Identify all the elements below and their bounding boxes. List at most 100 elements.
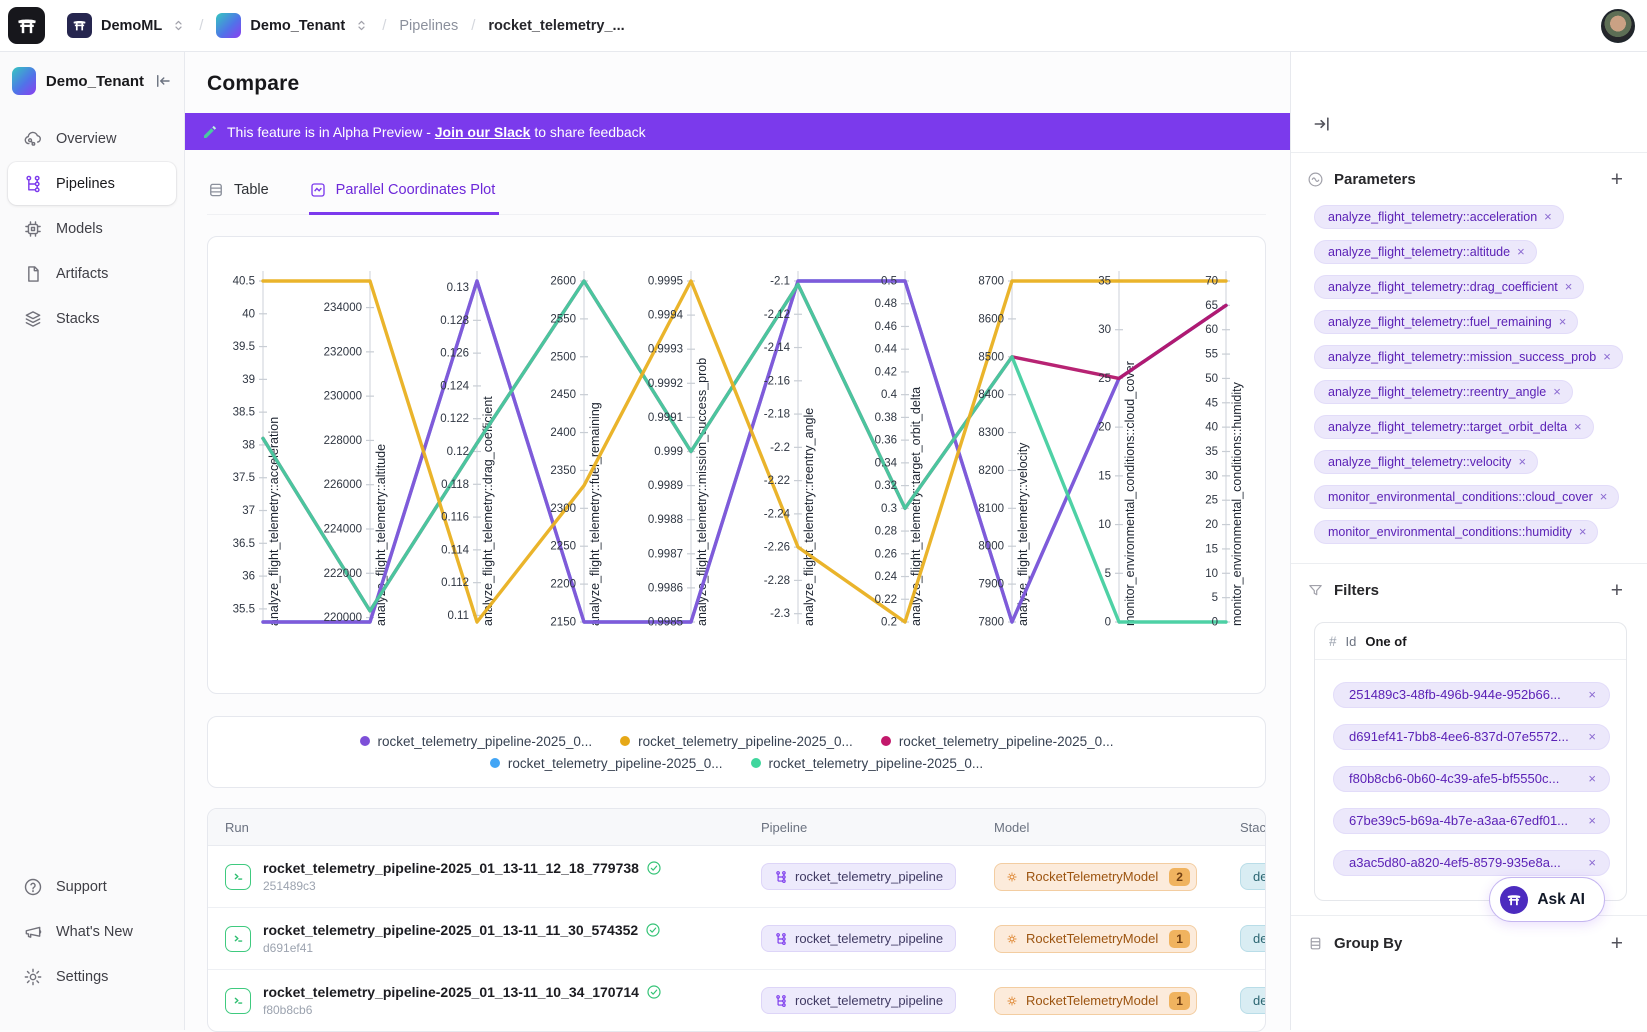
tenant-name[interactable]: Demo_Tenant [250, 18, 345, 34]
run-cell: rocket_telemetry_pipeline-2025_01_13-11_… [208, 922, 744, 955]
success-check-icon [646, 984, 662, 1000]
parameter-chip[interactable]: monitor_environmental_conditions::humidi… [1314, 520, 1598, 544]
page-title: Compare [185, 52, 1290, 96]
parallel-coordinates-plot[interactable]: analyze_flight_telemetry::accelerationan… [207, 236, 1266, 694]
remove-chip-icon[interactable]: × [1603, 349, 1611, 364]
column-header-model[interactable]: Model [977, 820, 1223, 835]
sidebar-item-models[interactable]: Models [8, 207, 176, 250]
sidebar-item-label: Models [56, 221, 103, 237]
ask-ai-button[interactable]: Ask AI [1489, 877, 1605, 922]
sidebar-item-what-s-new[interactable]: What's New [8, 910, 176, 953]
run-line[interactable] [263, 281, 1226, 622]
filter-field[interactable]: Id [1346, 634, 1357, 649]
filter-value-chip[interactable]: 67be39c5-b69a-4b7e-a3aa-67edf01...× [1333, 808, 1610, 834]
breadcrumb-separator: / [467, 17, 479, 34]
column-header-stack[interactable]: Stack [1223, 820, 1266, 835]
model-chip[interactable]: RocketTelemetryModel1 [994, 925, 1197, 953]
parameter-chip[interactable]: analyze_flight_telemetry::mission_succes… [1314, 345, 1623, 369]
axis-tick-label: 8600 [978, 313, 1004, 325]
remove-chip-icon[interactable]: × [1600, 489, 1608, 504]
legend-item[interactable]: rocket_telemetry_pipeline-2025_0... [751, 756, 984, 771]
table-row[interactable]: rocket_telemetry_pipeline-2025_01_13-11_… [208, 970, 1265, 1032]
legend-item[interactable]: rocket_telemetry_pipeline-2025_0... [490, 756, 723, 771]
remove-chip-icon[interactable]: × [1574, 419, 1582, 434]
org-selector-icon[interactable] [171, 18, 186, 33]
axis-tick-label: 8200 [978, 465, 1004, 477]
remove-chip-icon[interactable]: × [1517, 244, 1525, 259]
remove-chip-icon[interactable]: × [1588, 855, 1596, 870]
run-name[interactable]: rocket_telemetry_pipeline-2025_01_13-11_… [263, 984, 639, 1000]
remove-chip-icon[interactable]: × [1559, 314, 1567, 329]
org-name[interactable]: DemoML [101, 18, 162, 34]
stack-chip[interactable]: default [1240, 863, 1266, 890]
add-filter-button[interactable]: + [1611, 580, 1623, 601]
tab-table[interactable]: Table [207, 179, 273, 215]
parameter-chip[interactable]: analyze_flight_telemetry::target_orbit_d… [1314, 415, 1594, 439]
parameter-chip[interactable]: monitor_environmental_conditions::cloud_… [1314, 485, 1619, 509]
axis-tick-label: 0.28 [875, 526, 897, 538]
run-name[interactable]: rocket_telemetry_pipeline-2025_01_13-11_… [263, 922, 638, 938]
table-row[interactable]: rocket_telemetry_pipeline-2025_01_13-11_… [208, 846, 1265, 908]
sidebar-item-stacks[interactable]: Stacks [8, 297, 176, 340]
parameter-chip[interactable]: analyze_flight_telemetry::velocity× [1314, 450, 1538, 474]
axis-tick-label: -2.12 [764, 309, 790, 321]
model-chip[interactable]: RocketTelemetryModel1 [994, 987, 1197, 1015]
tab-parallel-coordinates-plot[interactable]: Parallel Coordinates Plot [309, 179, 500, 215]
filter-value-chip[interactable]: d691ef41-7bb8-4ee6-837d-07e5572...× [1333, 724, 1610, 750]
legend-item[interactable]: rocket_telemetry_pipeline-2025_0... [881, 734, 1114, 749]
remove-chip-icon[interactable]: × [1588, 729, 1596, 744]
model-chip[interactable]: RocketTelemetryModel2 [994, 863, 1197, 891]
join-slack-link[interactable]: Join our Slack [435, 124, 531, 140]
parameter-chip[interactable]: analyze_flight_telemetry::reentry_angle× [1314, 380, 1573, 404]
axis-tick-label: -2.1 [770, 276, 790, 288]
parameter-chip[interactable]: analyze_flight_telemetry::acceleration× [1314, 205, 1564, 229]
model-icon [1005, 994, 1019, 1008]
artifacts-icon [23, 264, 43, 284]
pipeline-chip[interactable]: rocket_telemetry_pipeline [761, 863, 956, 890]
panel-collapse-icon[interactable] [1312, 121, 1332, 138]
sidebar-item-artifacts[interactable]: Artifacts [8, 252, 176, 295]
axis-tick-label: 0.4 [881, 389, 898, 401]
add-group-by-button[interactable]: + [1611, 933, 1623, 954]
remove-chip-icon[interactable]: × [1588, 771, 1596, 786]
remove-chip-icon[interactable]: × [1518, 454, 1526, 469]
run-name[interactable]: rocket_telemetry_pipeline-2025_01_13-11_… [263, 860, 639, 876]
filter-value-chip[interactable]: a3ac5d80-a820-4ef5-8579-935e8a...× [1333, 850, 1610, 876]
tenant-selector-icon[interactable] [354, 18, 369, 33]
remove-chip-icon[interactable]: × [1588, 813, 1596, 828]
sidebar-item-overview[interactable]: Overview [8, 117, 176, 160]
filter-operator[interactable]: One of [1365, 634, 1406, 649]
column-header-pipeline[interactable]: Pipeline [744, 820, 977, 835]
parameter-chip[interactable]: analyze_flight_telemetry::altitude× [1314, 240, 1537, 264]
plot-canvas[interactable]: analyze_flight_telemetry::accelerationan… [208, 237, 1265, 693]
run-id: 251489c3 [263, 879, 662, 893]
stack-chip[interactable]: default [1240, 925, 1266, 952]
remove-chip-icon[interactable]: × [1544, 209, 1552, 224]
parameter-chip-label: analyze_flight_telemetry::mission_succes… [1328, 350, 1596, 364]
sidebar-item-support[interactable]: Support [8, 865, 176, 908]
table-row[interactable]: rocket_telemetry_pipeline-2025_01_13-11_… [208, 908, 1265, 970]
sidebar-item-label: Overview [56, 131, 116, 147]
sidebar-item-label: Pipelines [56, 176, 115, 192]
filter-value-chip[interactable]: f80b8cb6-0b60-4c39-afe5-bf5550c...× [1333, 766, 1610, 792]
remove-chip-icon[interactable]: × [1553, 384, 1561, 399]
user-avatar[interactable] [1601, 9, 1635, 43]
remove-chip-icon[interactable]: × [1565, 279, 1573, 294]
remove-chip-icon[interactable]: × [1588, 687, 1596, 702]
filter-value-chip[interactable]: 251489c3-48fb-496b-944e-952b66...× [1333, 682, 1610, 708]
stack-chip[interactable]: default [1240, 987, 1266, 1014]
column-header-run[interactable]: Run [208, 820, 744, 835]
remove-chip-icon[interactable]: × [1579, 524, 1587, 539]
pipeline-chip[interactable]: rocket_telemetry_pipeline [761, 987, 956, 1014]
legend-item[interactable]: rocket_telemetry_pipeline-2025_0... [360, 734, 593, 749]
sidebar-collapse-icon[interactable] [154, 72, 172, 90]
zenml-logo[interactable] [8, 7, 45, 44]
breadcrumb-pipelines-link[interactable]: Pipelines [399, 18, 458, 34]
parameter-chip[interactable]: analyze_flight_telemetry::drag_coefficie… [1314, 275, 1584, 299]
parameter-chip[interactable]: analyze_flight_telemetry::fuel_remaining… [1314, 310, 1578, 334]
sidebar-item-settings[interactable]: Settings [8, 955, 176, 998]
legend-item[interactable]: rocket_telemetry_pipeline-2025_0... [620, 734, 853, 749]
pipeline-chip[interactable]: rocket_telemetry_pipeline [761, 925, 956, 952]
sidebar-item-pipelines[interactable]: Pipelines [8, 162, 176, 205]
add-parameter-button[interactable]: + [1611, 169, 1623, 190]
